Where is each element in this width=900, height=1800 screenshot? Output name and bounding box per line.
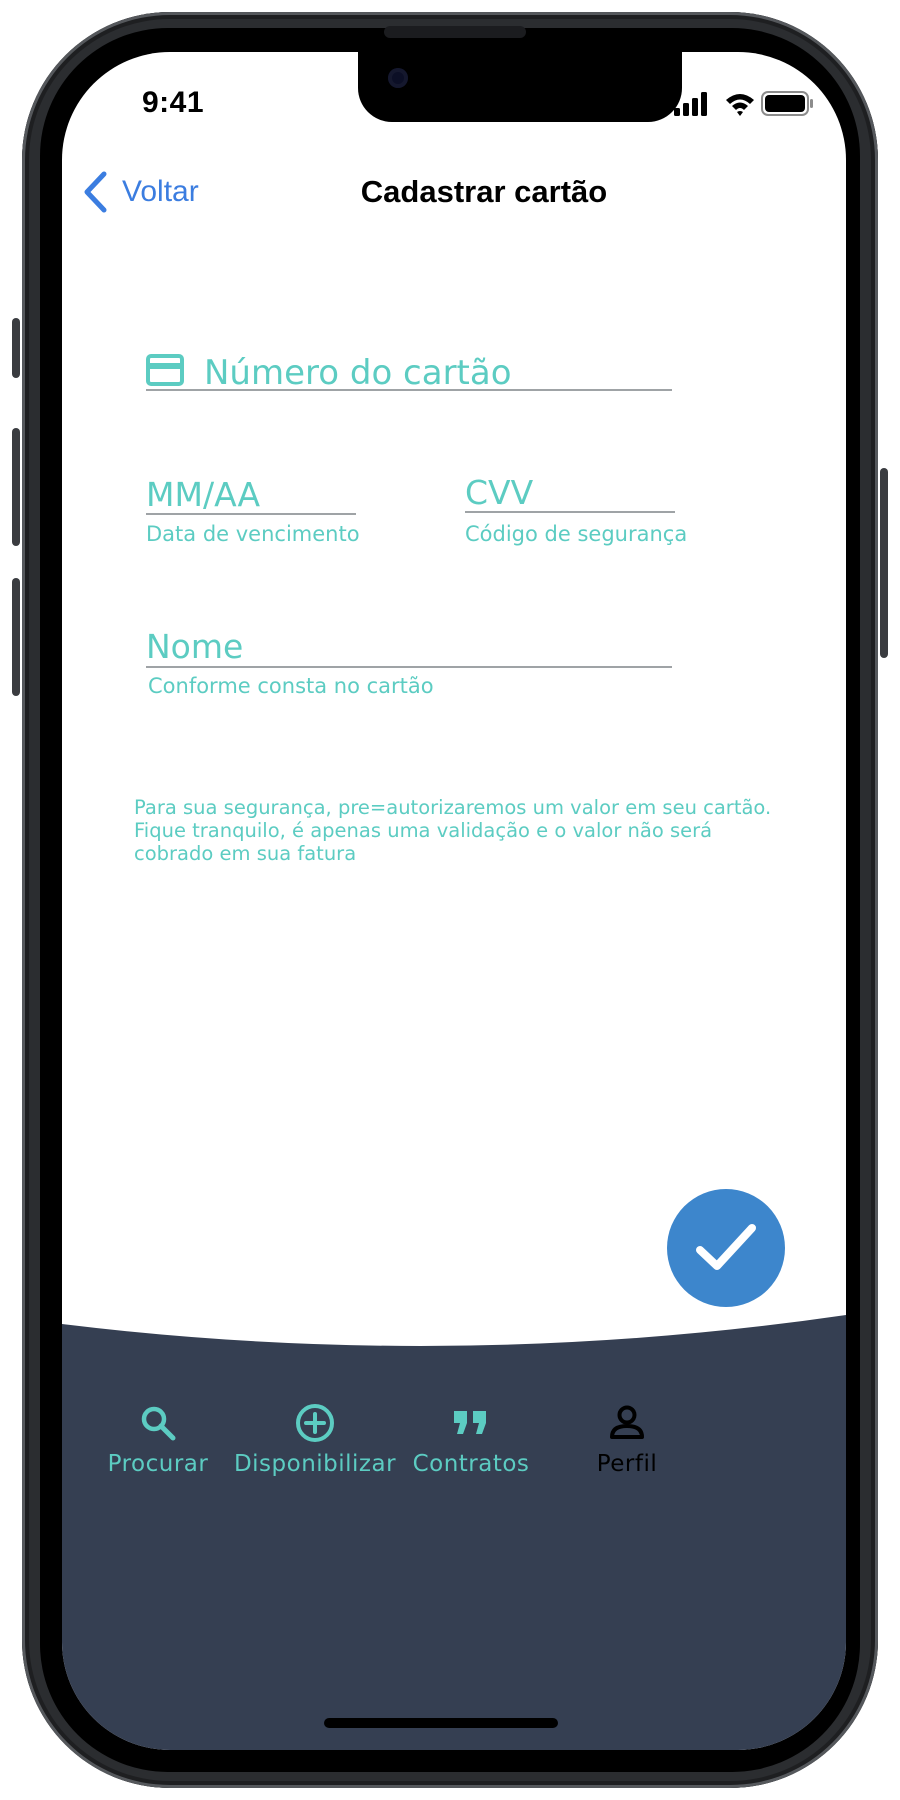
- screen: 9:41 Voltar Cadastrar cartão Número do c…: [62, 52, 846, 1750]
- speaker-grille: [384, 26, 526, 38]
- wifi-icon: [726, 94, 754, 116]
- status-icons: [674, 91, 813, 116]
- tab-label-perfil: Perfil: [596, 1451, 658, 1477]
- expiry-helper: Data de vencimento: [146, 522, 360, 546]
- credit-card-icon: [146, 354, 184, 386]
- notice-line-1: Para sua segurança, pre=autorizaremos um…: [134, 796, 772, 819]
- battery-icon: [761, 91, 813, 116]
- cvv-underline: [465, 511, 675, 513]
- plus-circle-icon: [296, 1404, 334, 1442]
- status-time: 9:41: [142, 86, 205, 119]
- expiry-underline: [146, 513, 356, 515]
- expiry-input[interactable]: [146, 472, 346, 516]
- name-input[interactable]: [146, 624, 666, 668]
- notch: [358, 52, 682, 122]
- cvv-input[interactable]: [465, 470, 665, 514]
- notice-line-2: Fique tranquilo, é apenas uma validação …: [134, 819, 713, 842]
- tab-perfil[interactable]: Perfil: [532, 1397, 722, 1477]
- person-icon: [610, 1405, 644, 1439]
- home-indicator: [324, 1718, 558, 1728]
- cellular-signal-icon: [674, 92, 707, 116]
- page-title: Cadastrar cartão: [360, 174, 608, 209]
- tab-bar-background: [62, 1315, 846, 1750]
- checkmark-icon: [696, 1224, 756, 1270]
- front-camera: [388, 68, 408, 88]
- mute-switch: [12, 318, 20, 378]
- power-button: [880, 468, 888, 658]
- volume-down-button: [12, 578, 20, 696]
- notice-line-3: cobrado em sua fatura: [134, 842, 357, 865]
- volume-up-button: [12, 428, 20, 546]
- quote-icon: [454, 1411, 486, 1434]
- security-notice: Para sua segurança, pre=autorizaremos um…: [134, 796, 814, 865]
- name-underline: [146, 666, 672, 668]
- search-icon: [141, 1406, 176, 1441]
- card-number-field[interactable]: [146, 352, 756, 402]
- cvv-helper: Código de segurança: [465, 522, 688, 546]
- card-number-underline: [146, 389, 672, 391]
- card-number-input[interactable]: [204, 352, 744, 394]
- confirm-button[interactable]: [667, 1189, 785, 1307]
- name-helper: Conforme consta no cartão: [148, 674, 434, 698]
